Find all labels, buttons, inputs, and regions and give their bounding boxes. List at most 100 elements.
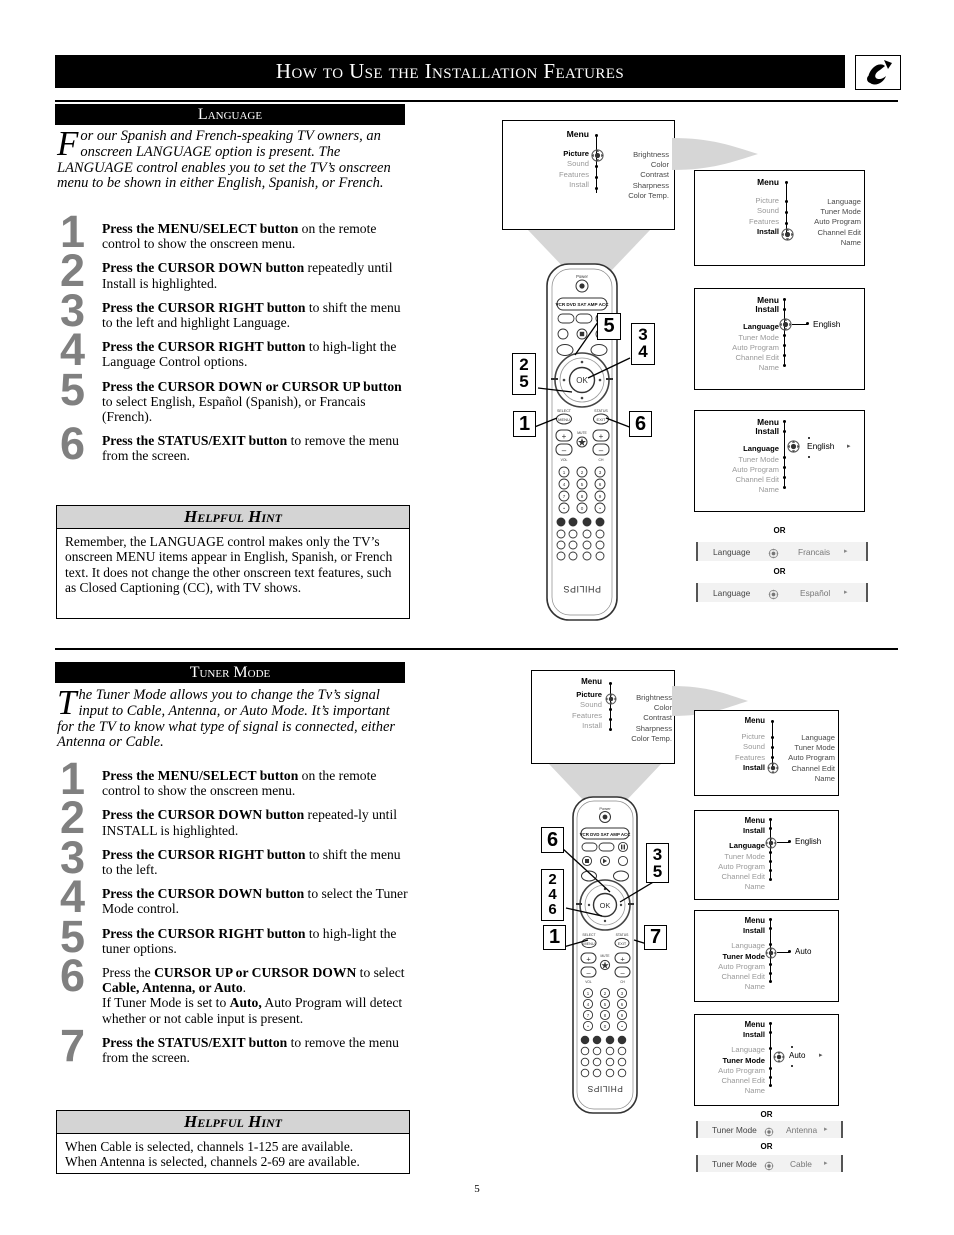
menu-left-column: Menu Install Language Tuner Mode Auto Pr… (699, 916, 765, 992)
menu-left-column: Menu Picture Sound Features Install (699, 716, 765, 773)
hint-body: When Cable is selected, channels 1-125 a… (65, 1139, 360, 1170)
menu-dot (769, 1076, 772, 1079)
tv-screen-language-options: Menu Install Language Tuner Mode Auto Pr… (694, 410, 865, 512)
menu-subtitle: Install (755, 427, 779, 437)
svg-text:PHILIPS: PHILIPS (563, 584, 601, 594)
step-bold: Press the STATUS/EXIT button (102, 433, 288, 449)
menu-dot (769, 860, 772, 863)
option-value: Cable (790, 1159, 812, 1169)
menu-dot (785, 211, 788, 214)
step-bold: Press the CURSOR RIGHT button (102, 846, 306, 862)
menu-dot (769, 818, 772, 821)
menu-item: Features (559, 169, 589, 179)
nav-pad-icon (773, 1050, 785, 1063)
menu-item: Channel Edit (721, 1076, 765, 1086)
step-number: 6 (60, 950, 86, 1002)
menu-item: Tuner Mode (738, 332, 779, 342)
submenu-item: Tuner Mode (794, 743, 835, 753)
submenu-item: Name (814, 773, 835, 783)
menu-item: Features (572, 710, 602, 720)
step-bold: Press the STATUS/EXIT button (102, 1034, 288, 1050)
nav-pad-icon (787, 440, 800, 453)
or-label: OR (760, 1142, 773, 1151)
callout-3-4: 3 4 (631, 323, 655, 365)
step-number: 5 (60, 363, 86, 415)
step-bold: Press the MENU/SELECT button (102, 221, 299, 236)
menu-dot (806, 322, 809, 325)
option-label: Language (713, 588, 751, 598)
hint-body: Remember, the LANGUAGE control makes onl… (65, 534, 393, 596)
step-text: Press the CURSOR RIGHT button to high-li… (102, 339, 408, 369)
scroll-right-icon: ▸ (824, 1160, 828, 1167)
menu-dot (769, 918, 772, 921)
or-label: OR (760, 1110, 773, 1119)
tv-screen-language-english-2: Menu Install Language Tuner Mode Auto Pr… (694, 810, 839, 900)
menu-item: Language (731, 1045, 765, 1055)
menu-value: English (807, 441, 835, 451)
menu-value: English (795, 837, 822, 846)
menu-title: Menu (566, 129, 589, 139)
menu-item: Tuner Mode (724, 851, 765, 861)
menu-dot (769, 1047, 772, 1050)
menu-left-column: Menu Install Language Tuner Mode Auto Pr… (699, 1020, 765, 1096)
page-header-bar: How to Use the Installation Features (55, 55, 845, 88)
menu-subtitle: Install (755, 305, 779, 315)
menu-dot (609, 718, 612, 721)
steps-list-language: 1 Press the MENU/SELECT button on the re… (60, 209, 408, 473)
menu-left-column: Menu Install Language Tuner Mode Auto Pr… (701, 417, 779, 495)
tv-screen-install-menu-2: Menu Picture Sound Features Install Lang… (694, 710, 839, 796)
callout-2-4-6-tuner: 2 4 6 (541, 869, 564, 921)
callout-7-tuner: 7 (644, 925, 667, 950)
menu-dot (785, 222, 788, 225)
menu-item: Auto Program (732, 464, 779, 474)
menu-item: Sound (567, 159, 589, 169)
nav-pad-icon (764, 1158, 774, 1176)
menu-dot (783, 364, 786, 367)
submenu-item: Sharpness (635, 723, 672, 733)
step-text: Press the CURSOR RIGHT button to high-li… (102, 926, 410, 956)
menu-title: Menu (757, 295, 779, 305)
menu-item: Language (731, 941, 765, 951)
menu-value: Auto (789, 1051, 806, 1060)
menu-item: Features (749, 216, 779, 226)
submenu-item: Language (801, 733, 835, 742)
submenu-item: Language (827, 197, 861, 206)
steps-list-tuner: 1 Press the MENU/SELECT button on the re… (60, 756, 410, 1074)
menu-left-column: Menu Install Language Tuner Mode Auto Pr… (699, 816, 765, 892)
nav-pad-icon (764, 1124, 774, 1142)
svg-text:5: 5 (581, 482, 584, 487)
callout-5: 5 (597, 313, 621, 340)
option-value: Francais (798, 547, 831, 557)
menu-dot (785, 181, 788, 184)
nav-pad-icon (765, 836, 777, 849)
menu-dot (769, 878, 772, 881)
step-extra-bold: Auto, (229, 995, 262, 1011)
svg-text:–: – (599, 446, 604, 455)
menu-dot (769, 1031, 772, 1034)
step-extra-pre: If Tuner Mode is set to (102, 995, 230, 1011)
svg-text:Power: Power (576, 274, 588, 279)
option-label: Language (713, 547, 751, 557)
menu-axis (596, 135, 597, 193)
menu-right-column: Brightness Color Contrast Sharpness Colo… (601, 150, 669, 201)
menu-dot (783, 354, 786, 357)
step-text: Press the CURSOR RIGHT button to shift t… (102, 847, 410, 877)
option-dot-up (791, 1046, 793, 1048)
submenu-item: Sharpness (632, 180, 669, 190)
menu-dot (595, 187, 598, 190)
step-item: 5 Press the CURSOR DOWN or CURSOR UP but… (60, 367, 408, 425)
section-title-tuner-mode: Tuner Mode (55, 662, 405, 683)
page-number: 5 (474, 1183, 480, 1195)
menu-item: Auto Program (718, 1065, 765, 1075)
menu-dot (788, 950, 791, 953)
nav-pad-icon (779, 318, 792, 331)
menu-item: Channel Edit (721, 972, 765, 982)
scroll-right-icon: ▸ (844, 548, 848, 555)
menu-item: Features (735, 752, 765, 762)
menu-item: Sound (757, 206, 779, 216)
step-item: 7 Press the STATUS/EXIT button to remove… (60, 1023, 410, 1068)
svg-text:2: 2 (581, 470, 584, 475)
hint-title: Helpful Hint (57, 506, 409, 529)
menu-item: Sound (743, 742, 765, 752)
svg-text:PHILIPS: PHILIPS (587, 1084, 623, 1094)
